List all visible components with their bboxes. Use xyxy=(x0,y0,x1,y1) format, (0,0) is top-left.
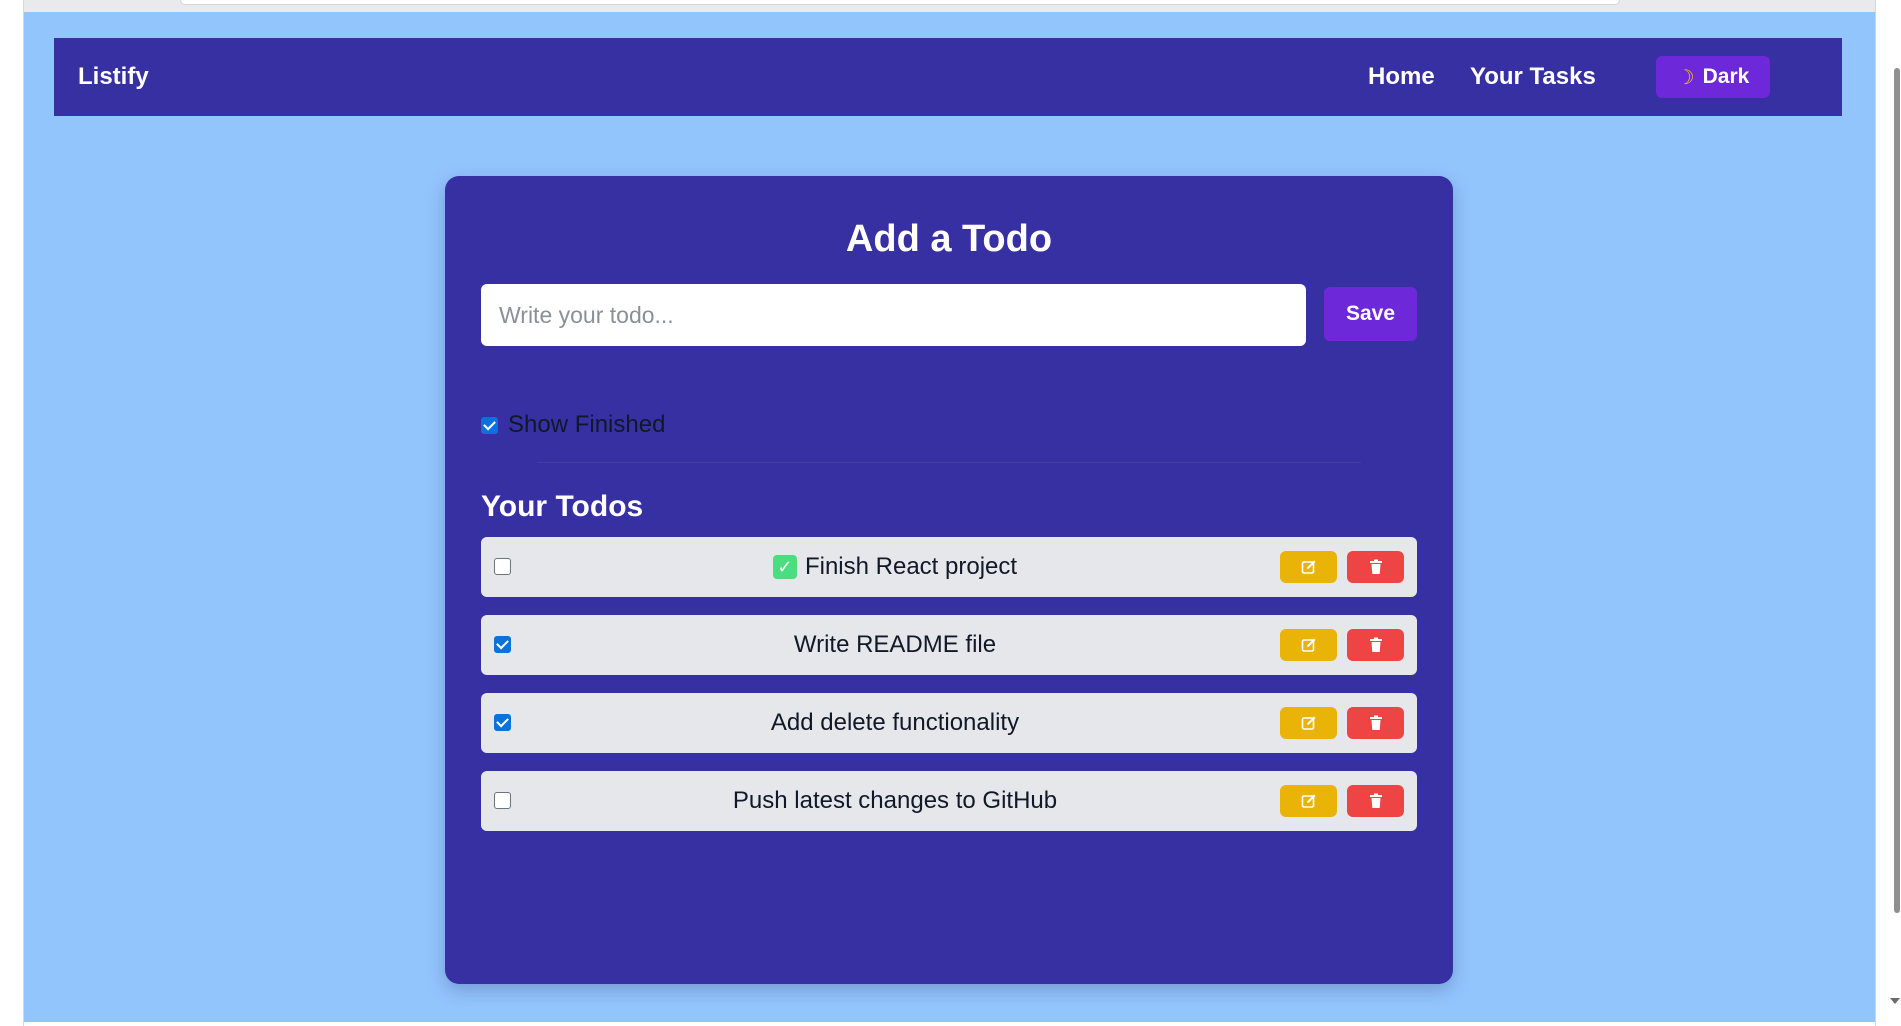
todo-row: Add delete functionality xyxy=(481,693,1417,753)
browser-tab-edge xyxy=(180,0,1620,5)
todo-text: Push latest changes to GitHub xyxy=(732,787,1058,814)
trash-icon xyxy=(1369,715,1382,730)
navbar: Listify Home Your Tasks ☽ Dark xyxy=(54,38,1842,116)
todo-row: Write README file xyxy=(481,615,1417,675)
divider xyxy=(537,462,1361,463)
todo-text: Add delete functionality xyxy=(770,709,1020,736)
dark-mode-toggle-button[interactable]: ☽ Dark xyxy=(1656,56,1770,98)
todo-row: Push latest changes to GitHub xyxy=(481,771,1417,831)
nav-link-home[interactable]: Home xyxy=(1368,38,1435,116)
trash-icon xyxy=(1369,793,1382,808)
save-button[interactable]: Save xyxy=(1324,287,1417,341)
scroll-down-arrow-icon[interactable] xyxy=(1890,998,1900,1004)
todos-section-title: Your Todos xyxy=(481,490,644,523)
edit-icon xyxy=(1301,794,1315,808)
check-mark-button-icon: ✓ xyxy=(772,555,797,579)
nav-link-your-tasks[interactable]: Your Tasks xyxy=(1470,38,1596,116)
todo-card: Add a Todo Save Show Finished Your Todos… xyxy=(445,176,1453,984)
todo-text-wrap: ✓ Finish React project xyxy=(481,537,1309,597)
todo-text-wrap: Add delete functionality xyxy=(481,693,1309,753)
delete-button[interactable] xyxy=(1347,551,1404,583)
edit-button[interactable] xyxy=(1280,629,1337,661)
edit-icon xyxy=(1301,716,1315,730)
delete-button[interactable] xyxy=(1347,785,1404,817)
todo-input[interactable] xyxy=(481,284,1306,346)
dark-mode-label: Dark xyxy=(1702,65,1750,88)
edit-button[interactable] xyxy=(1280,785,1337,817)
edit-button[interactable] xyxy=(1280,551,1337,583)
todo-text: Write README file xyxy=(793,631,997,658)
scrollbar-thumb[interactable] xyxy=(1894,68,1900,913)
trash-icon xyxy=(1369,559,1382,574)
browser-left-edge xyxy=(0,0,24,1026)
brand-logo[interactable]: Listify xyxy=(78,38,149,116)
edit-icon xyxy=(1301,638,1315,652)
show-finished-toggle: Show Finished xyxy=(481,410,665,440)
todo-text: Finish React project xyxy=(804,553,1018,580)
show-finished-label: Show Finished xyxy=(508,411,666,438)
todo-text-wrap: Write README file xyxy=(481,615,1309,675)
app-page: Listify Home Your Tasks ☽ Dark Add a Tod… xyxy=(24,12,1875,1022)
edit-button[interactable] xyxy=(1280,707,1337,739)
trash-icon xyxy=(1369,637,1382,652)
edit-icon xyxy=(1301,560,1315,574)
card-title: Add a Todo xyxy=(845,218,1053,260)
delete-button[interactable] xyxy=(1347,629,1404,661)
todo-text-wrap: Push latest changes to GitHub xyxy=(481,771,1309,831)
browser-top-bar xyxy=(0,0,1901,12)
delete-button[interactable] xyxy=(1347,707,1404,739)
moon-icon: ☽ xyxy=(1676,66,1695,89)
show-finished-checkbox[interactable] xyxy=(481,416,498,434)
todo-row: ✓ Finish React project xyxy=(481,537,1417,597)
